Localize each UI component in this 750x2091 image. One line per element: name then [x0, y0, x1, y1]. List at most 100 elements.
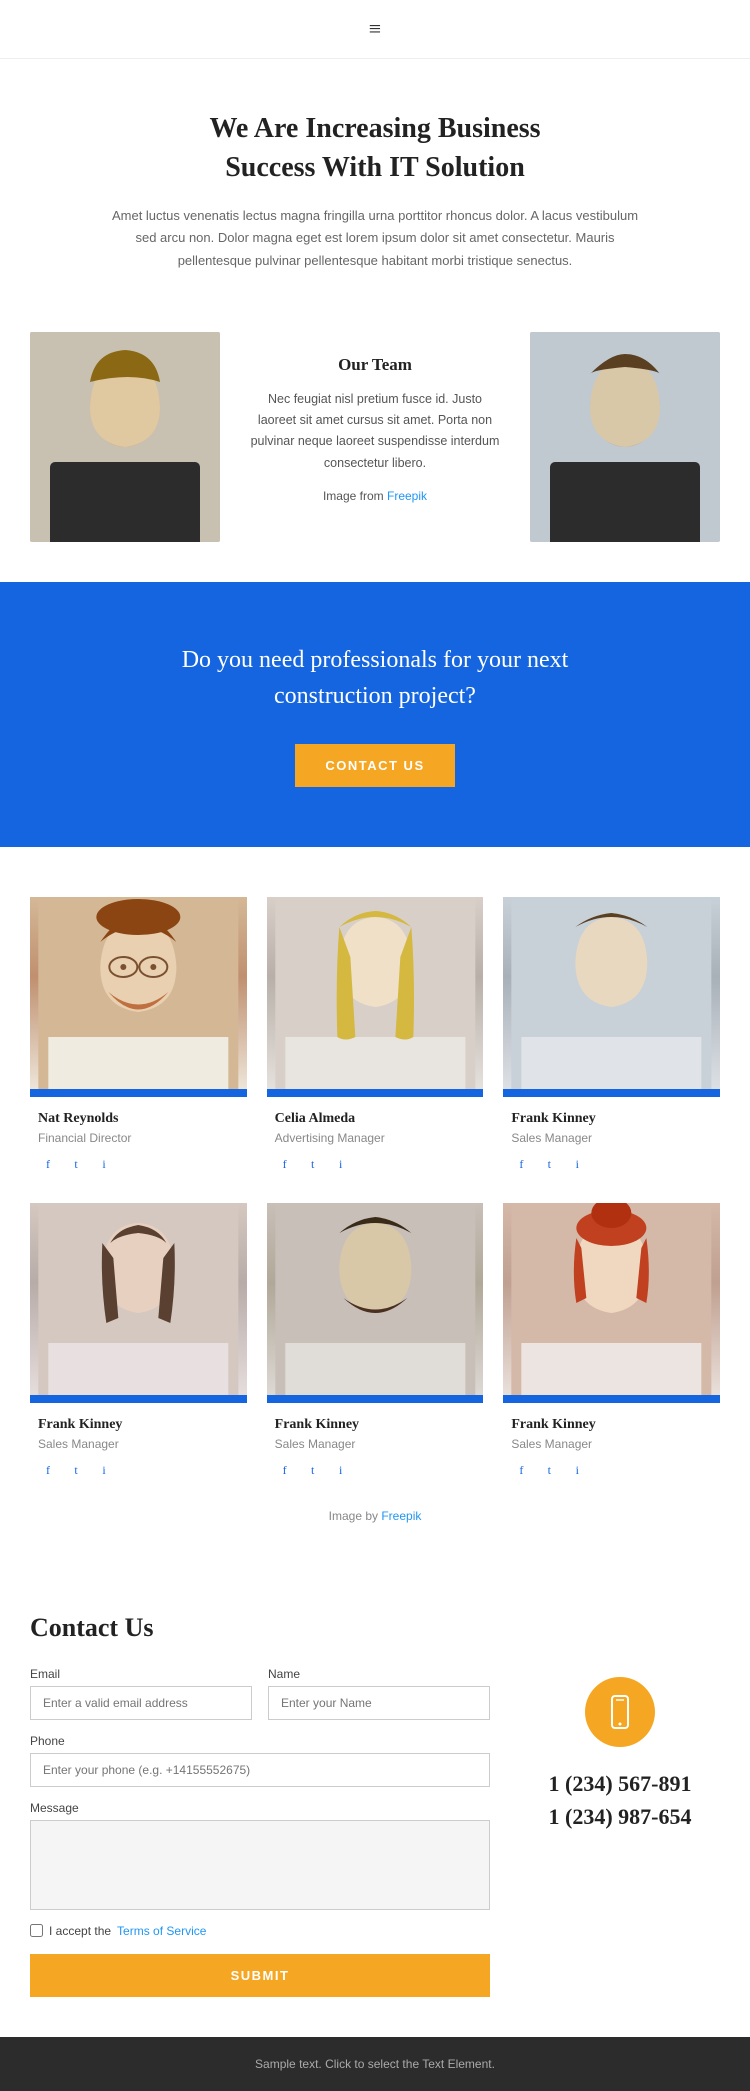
phone-number-1: 1 (234) 567-891: [549, 1767, 692, 1800]
instagram-icon-1[interactable]: i: [94, 1155, 114, 1175]
twitter-icon-3[interactable]: t: [539, 1155, 559, 1175]
team-member-role-5: Sales Manager: [275, 1437, 476, 1451]
team-card-photo-4: [30, 1203, 247, 1403]
team-card-4: Frank Kinney Sales Manager f t i: [30, 1203, 247, 1489]
team-intro-photo-man: [530, 332, 720, 542]
contact-layout: Email Name Phone Message: [30, 1667, 720, 1997]
social-icons-6: f t i: [511, 1461, 712, 1481]
checkbox-text: I accept the: [49, 1924, 111, 1938]
freepik-link[interactable]: Freepik: [387, 489, 427, 503]
name-input[interactable]: [268, 1686, 490, 1720]
cta-section: Do you need professionals for your nextc…: [0, 582, 750, 847]
instagram-icon-2[interactable]: i: [331, 1155, 351, 1175]
team-intro-image-credit: Image from Freepik: [250, 486, 500, 506]
team-image-credit: Image by Freepik: [30, 1509, 720, 1523]
team-card-info-3: Frank Kinney Sales Manager f t i: [503, 1097, 720, 1183]
contact-section: Contact Us Email Name Phone: [0, 1563, 750, 2037]
team-member-name-5: Frank Kinney: [275, 1417, 476, 1433]
submit-button[interactable]: SUBMIT: [30, 1954, 490, 1997]
team-card-info-6: Frank Kinney Sales Manager f t i: [503, 1403, 720, 1489]
form-row-message: Message: [30, 1801, 490, 1910]
team-member-role-6: Sales Manager: [511, 1437, 712, 1451]
team-member-name-4: Frank Kinney: [38, 1417, 239, 1433]
facebook-icon-1[interactable]: f: [38, 1155, 58, 1175]
social-icons-4: f t i: [38, 1461, 239, 1481]
instagram-icon-5[interactable]: i: [331, 1461, 351, 1481]
menu-icon[interactable]: ≡: [369, 16, 381, 42]
email-label: Email: [30, 1667, 252, 1681]
team-card-photo-3: [503, 897, 720, 1097]
checkbox-row: I accept the Terms of Service: [30, 1924, 490, 1938]
message-label: Message: [30, 1801, 490, 1815]
form-group-name: Name: [268, 1667, 490, 1720]
team-card-info-1: Nat Reynolds Financial Director f t i: [30, 1097, 247, 1183]
phone-label: Phone: [30, 1734, 490, 1748]
photo-overlay-bar-2: [267, 1089, 484, 1097]
contact-form: Email Name Phone Message: [30, 1667, 490, 1997]
tos-link[interactable]: Terms of Service: [117, 1924, 206, 1938]
form-group-phone: Phone: [30, 1734, 490, 1787]
facebook-icon-2[interactable]: f: [275, 1155, 295, 1175]
email-input[interactable]: [30, 1686, 252, 1720]
freepik-team-link[interactable]: Freepik: [381, 1509, 421, 1523]
facebook-icon-4[interactable]: f: [38, 1461, 58, 1481]
message-textarea[interactable]: [30, 1820, 490, 1910]
twitter-icon-1[interactable]: t: [66, 1155, 86, 1175]
hero-description: Amet luctus venenatis lectus magna fring…: [100, 205, 650, 271]
team-card-photo-6: [503, 1203, 720, 1403]
contact-heading: Contact Us: [30, 1613, 720, 1643]
team-card-1: Nat Reynolds Financial Director f t i: [30, 897, 247, 1183]
site-header: ≡: [0, 0, 750, 59]
team-intro-text: Our Team Nec feugiat nisl pretium fusce …: [220, 335, 530, 538]
hero-section: We Are Increasing BusinessSuccess With I…: [0, 59, 750, 302]
twitter-icon-6[interactable]: t: [539, 1461, 559, 1481]
team-intro-description: Nec feugiat nisl pretium fusce id. Justo…: [250, 389, 500, 474]
form-group-email: Email: [30, 1667, 252, 1720]
team-member-role-2: Advertising Manager: [275, 1131, 476, 1145]
contact-us-button[interactable]: CONTACT US: [295, 744, 454, 787]
twitter-icon-2[interactable]: t: [303, 1155, 323, 1175]
instagram-icon-4[interactable]: i: [94, 1461, 114, 1481]
instagram-icon-3[interactable]: i: [567, 1155, 587, 1175]
team-card-photo-2: [267, 897, 484, 1097]
form-row-phone: Phone: [30, 1734, 490, 1787]
team-member-name-3: Frank Kinney: [511, 1111, 712, 1127]
photo-overlay-bar-5: [267, 1395, 484, 1403]
twitter-icon-4[interactable]: t: [66, 1461, 86, 1481]
team-member-role-3: Sales Manager: [511, 1131, 712, 1145]
team-card-info-5: Frank Kinney Sales Manager f t i: [267, 1403, 484, 1489]
hero-title: We Are Increasing BusinessSuccess With I…: [100, 109, 650, 187]
team-member-name-1: Nat Reynolds: [38, 1111, 239, 1127]
team-card-6: Frank Kinney Sales Manager f t i: [503, 1203, 720, 1489]
facebook-icon-5[interactable]: f: [275, 1461, 295, 1481]
phone-icon: [602, 1694, 638, 1730]
team-intro-photo-woman: [30, 332, 220, 542]
team-card-3: Frank Kinney Sales Manager f t i: [503, 897, 720, 1183]
team-card-photo-5: [267, 1203, 484, 1403]
social-icons-1: f t i: [38, 1155, 239, 1175]
team-grid-row1: Nat Reynolds Financial Director f t i: [30, 897, 720, 1183]
facebook-icon-3[interactable]: f: [511, 1155, 531, 1175]
twitter-icon-5[interactable]: t: [303, 1461, 323, 1481]
team-intro-heading: Our Team: [250, 355, 500, 375]
social-icons-3: f t i: [511, 1155, 712, 1175]
team-member-role-1: Financial Director: [38, 1131, 239, 1145]
photo-overlay-bar-6: [503, 1395, 720, 1403]
cta-heading: Do you need professionals for your nextc…: [80, 642, 670, 714]
team-member-name-6: Frank Kinney: [511, 1417, 712, 1433]
phone-input[interactable]: [30, 1753, 490, 1787]
photo-overlay-bar-3: [503, 1089, 720, 1097]
team-card-5: Frank Kinney Sales Manager f t i: [267, 1203, 484, 1489]
contact-info: 1 (234) 567-891 1 (234) 987-654: [520, 1667, 720, 1997]
social-icons-2: f t i: [275, 1155, 476, 1175]
team-card-info-4: Frank Kinney Sales Manager f t i: [30, 1403, 247, 1489]
instagram-icon-6[interactable]: i: [567, 1461, 587, 1481]
team-card-photo-1: [30, 897, 247, 1097]
tos-checkbox[interactable]: [30, 1924, 43, 1937]
facebook-icon-6[interactable]: f: [511, 1461, 531, 1481]
name-label: Name: [268, 1667, 490, 1681]
team-member-name-2: Celia Almeda: [275, 1111, 476, 1127]
form-group-message: Message: [30, 1801, 490, 1910]
phone-numbers: 1 (234) 567-891 1 (234) 987-654: [549, 1767, 692, 1833]
team-intro-section: Our Team Nec feugiat nisl pretium fusce …: [30, 332, 720, 542]
